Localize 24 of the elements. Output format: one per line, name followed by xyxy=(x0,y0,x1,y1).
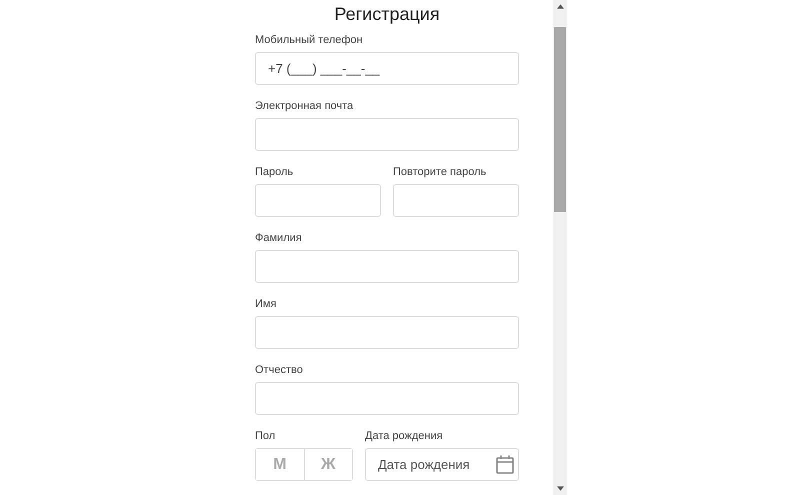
field-label: Имя xyxy=(255,297,278,312)
input-field[interactable] xyxy=(255,184,381,217)
scroll-up-icon[interactable] xyxy=(556,4,564,9)
field-label: Пароль xyxy=(255,165,294,180)
input-field[interactable] xyxy=(255,250,519,283)
field-label: Пол xyxy=(255,429,276,444)
calendar-icon[interactable] xyxy=(496,455,514,474)
input-field[interactable] xyxy=(255,316,519,349)
scrollbar-thumb[interactable] xyxy=(554,27,566,212)
date-field[interactable]: Дата рождения xyxy=(365,448,519,481)
input-field[interactable] xyxy=(255,118,519,151)
field-label: Мобильный телефон xyxy=(255,33,364,48)
scrollbar[interactable] xyxy=(553,0,567,495)
input-field[interactable]: +7 (___) ___-__-__ xyxy=(255,52,519,85)
gender-button[interactable]: Ж xyxy=(304,449,352,480)
scroll-down-icon[interactable] xyxy=(556,486,564,491)
input-field[interactable] xyxy=(393,184,519,217)
field-label: Дата рождения xyxy=(365,429,444,444)
field-label: Повторите пароль xyxy=(393,165,488,180)
form-title: Регистрация xyxy=(333,3,441,26)
field-label: Электронная почта xyxy=(255,99,354,114)
field-label: Фамилия xyxy=(255,231,303,246)
input-field[interactable] xyxy=(255,382,519,415)
field-label: Отчество xyxy=(255,363,304,378)
